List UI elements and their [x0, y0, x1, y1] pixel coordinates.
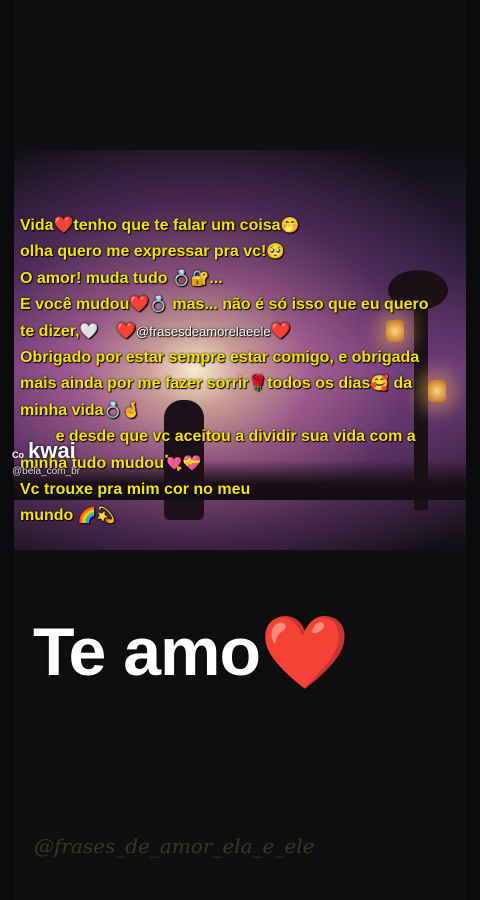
heart-icon: ❤️: [260, 613, 350, 693]
kwai-username: @bela_com_br: [12, 466, 80, 477]
kwai-wordmark: kwai: [28, 438, 76, 463]
smiling-hearts-face-icon: 🥰: [370, 375, 390, 393]
poem-text-segment: Vida: [20, 217, 54, 234]
dizzy-star-icon: 💫: [96, 507, 116, 525]
poem-line-8: minha vida💍🤞: [20, 398, 460, 424]
poem-text-segment: minha vida: [20, 401, 104, 419]
poem-line-9: e desde que vc aceitou a dividir sua vid…: [20, 424, 460, 450]
heart-icon: ❤️: [270, 322, 291, 340]
poem-line-3: O amor! muda tudo 💍🔐...: [20, 266, 460, 292]
hand-over-mouth-icon: 🤭: [280, 217, 300, 234]
rose-icon: 🌹: [248, 375, 268, 393]
poem-text-segment: tenho que te falar um coisa: [73, 217, 281, 234]
crossed-fingers-icon: 🤞: [122, 401, 141, 419]
heart-ribbon-icon: 💝: [182, 454, 202, 472]
pleading-face-icon: 🥺: [266, 243, 286, 261]
poem-text-segment: todos os dias: [267, 375, 371, 393]
poem-text-segment: mas... não é só isso que eu quero: [167, 296, 429, 314]
poem-text: Vida❤️tenho que te falar um coisa🤭 olha …: [20, 213, 460, 530]
poem-text-segment: Obrigado por estar sempre estar comigo, …: [20, 349, 420, 367]
heart-icon: ❤️: [129, 296, 150, 314]
instagram-handle: @frasesdeamorelaeele: [135, 323, 271, 339]
white-heart-icon: 🤍: [79, 322, 99, 340]
poem-line-10: minha tudo mudou💘💝: [20, 451, 460, 477]
poem-line-11: Vc trouxe pra mim cor no meu: [20, 477, 460, 503]
poem-text-segment: olha quero me expressar pra vc!: [20, 243, 267, 261]
kwai-logo: Co kwai: [12, 438, 76, 464]
heart-icon: ❤️: [116, 322, 136, 340]
poem-text-segment: E você mudou: [20, 296, 130, 314]
poem-line-5: te dizer,🤍 ❤️@frasesdeamorelaeele❤️: [20, 319, 460, 345]
title-te-amo: Te amo❤️: [33, 610, 350, 695]
poem-text-segment: O amor! muda tudo: [20, 269, 172, 287]
poem-text-segment: Vc trouxe pra mim cor no meu: [20, 481, 251, 499]
poem-line-7: mais ainda por me fazer sorrir🌹todos os …: [20, 371, 460, 397]
poem-line-1: Vida❤️tenho que te falar um coisa🤭: [20, 213, 460, 239]
poem-line-2: olha quero me expressar pra vc!🥺: [20, 239, 460, 265]
poem-text-segment: e desde que vc aceitou a dividir sua vid…: [55, 428, 416, 446]
heart-icon: ❤️: [53, 217, 74, 234]
title-text: Te amo: [33, 614, 261, 690]
ring-icon: 💍: [172, 269, 191, 287]
poem-text-segment: te dizer,: [20, 322, 80, 340]
rainbow-icon: 🌈: [77, 507, 97, 525]
poem-text-segment: ...: [209, 269, 223, 287]
watermark: @frases_de_amor_ela_e_ele: [34, 834, 315, 858]
ring-icon: 💍: [103, 401, 123, 419]
kwai-prefix: Co: [12, 450, 24, 460]
poem-text-segment: da: [389, 375, 413, 393]
poem-line-4: E você mudou❤️💍 mas... não é só isso que…: [20, 292, 460, 318]
poem-text-segment: mais ainda por me fazer sorrir: [20, 375, 249, 393]
heart-arrow-icon: 💘: [163, 454, 183, 472]
ring-icon: 💍: [149, 296, 168, 314]
poem-line-12: mundo 🌈💫: [20, 503, 460, 529]
poem-text-segment: mundo: [20, 507, 78, 525]
poem-line-6: Obrigado por estar sempre estar comigo, …: [20, 345, 460, 371]
lock-key-icon: 🔐: [190, 269, 210, 287]
